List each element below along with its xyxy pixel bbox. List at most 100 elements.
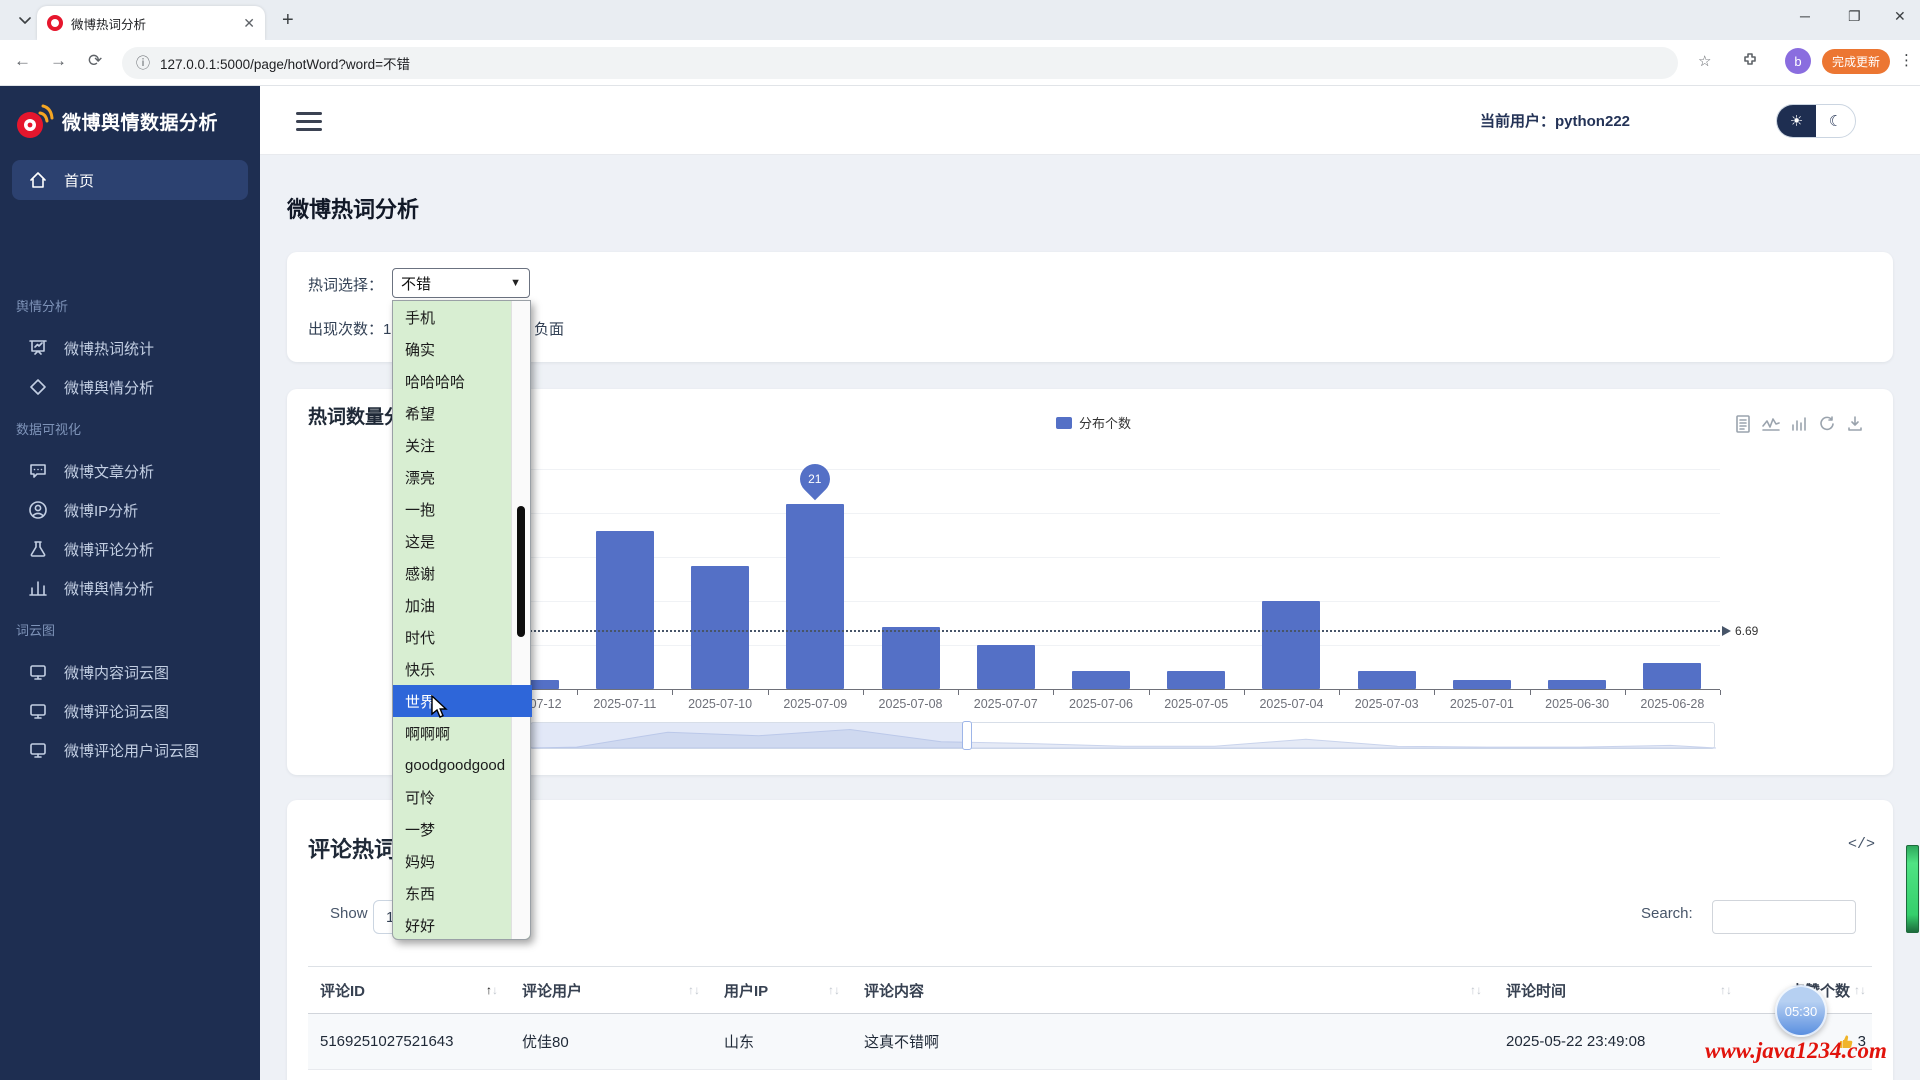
bar-2025-07-11[interactable]	[596, 531, 654, 689]
th-user-ip[interactable]: 用户IP↑↓	[712, 980, 852, 1001]
axis-tick	[1339, 690, 1340, 695]
sidebar-item[interactable]: 微博评论分析	[12, 529, 248, 569]
bar-2025-06-30[interactable]	[1548, 680, 1606, 689]
dark-mode-moon-icon[interactable]: ☾	[1816, 105, 1855, 137]
sidebar-item[interactable]: 微博舆情分析	[12, 568, 248, 608]
recording-timer-badge[interactable]: 05:30	[1775, 985, 1827, 1037]
sidebar-item-home[interactable]: 首页	[12, 160, 248, 200]
window-maximize-button[interactable]: ❐	[1848, 8, 1861, 25]
chart-toolbox	[1733, 414, 1865, 434]
dropdown-option[interactable]: 关注	[393, 429, 513, 461]
sidebar-item[interactable]: 微博文章分析	[12, 451, 248, 491]
table-row[interactable]: 5169251027521643 优佳80 山东 这真不错啊 2025-05-2…	[308, 1014, 1872, 1070]
page-scrollbar-thumb[interactable]	[1906, 845, 1919, 933]
window-minimize-button[interactable]: ─	[1800, 8, 1810, 24]
sort-icons[interactable]: ↑↓	[828, 983, 852, 997]
data-view-icon[interactable]	[1733, 414, 1753, 434]
reload-button[interactable]: ⟳	[88, 51, 102, 71]
dropdown-option[interactable]: 希望	[393, 397, 513, 429]
refresh-icon[interactable]	[1817, 414, 1837, 434]
dropdown-option[interactable]: goodgoodgood	[393, 749, 513, 781]
monitor-icon	[28, 740, 48, 760]
dropdown-option[interactable]: 哈哈哈哈	[393, 365, 513, 397]
hamburger-menu-icon[interactable]	[296, 112, 322, 136]
dropdown-option[interactable]: 妈妈	[393, 845, 513, 877]
axis-tick	[1720, 690, 1721, 695]
dropdown-option[interactable]: 加油	[393, 589, 513, 621]
forward-button[interactable]: →	[50, 51, 67, 71]
dropdown-option[interactable]: 手机	[393, 301, 513, 333]
sidebar-item[interactable]: 微博评论词云图	[12, 691, 248, 731]
sort-icons[interactable]: ↑↓	[1470, 983, 1494, 997]
line-chart-icon[interactable]	[1761, 414, 1781, 434]
dropdown-option[interactable]: 快乐	[393, 653, 513, 685]
sort-icons[interactable]: ↑↓	[688, 983, 712, 997]
tab-close-icon[interactable]: ✕	[243, 15, 255, 32]
dropdown-option[interactable]: 感谢	[393, 557, 513, 589]
tag-icon	[28, 377, 48, 397]
popup-scrollbar-track[interactable]	[511, 301, 530, 939]
bar-2025-07-07[interactable]	[977, 645, 1035, 689]
browser-menu-icon[interactable]: ⋮	[1899, 51, 1914, 69]
dropdown-option[interactable]: 可怜	[393, 781, 513, 813]
chart-x-axis-labels: 2025-07-122025-07-112025-07-102025-07-09…	[482, 697, 1720, 715]
popup-scrollbar-thumb[interactable]	[517, 506, 525, 637]
bar-chart-icon[interactable]	[1789, 414, 1809, 434]
bar-2025-07-01[interactable]	[1453, 680, 1511, 689]
site-info-icon[interactable]: ⓘ	[136, 53, 150, 73]
datazoom-handle[interactable]	[962, 721, 972, 750]
th-comment-time[interactable]: 评论时间↑↓	[1494, 980, 1744, 1001]
datazoom-selected-range[interactable]	[531, 723, 968, 748]
window-close-button[interactable]: ✕	[1894, 8, 1906, 25]
dropdown-option[interactable]: 啊啊啊	[393, 717, 513, 749]
datazoom-slider[interactable]	[530, 722, 1715, 749]
sidebar-item[interactable]: 微博内容词云图	[12, 652, 248, 692]
sidebar-item[interactable]: 微博舆情分析	[12, 367, 248, 407]
top-header: 当前用户：python222 ☀ ☾	[260, 86, 1920, 155]
theme-toggle[interactable]: ☀ ☾	[1776, 104, 1856, 138]
sort-icons[interactable]: ↑↓	[486, 983, 510, 997]
th-comment-content[interactable]: 评论内容↑↓	[852, 980, 1494, 1001]
bar-2025-06-28[interactable]	[1643, 663, 1701, 689]
gridline	[482, 645, 1720, 646]
sidebar-item[interactable]: 微博评论用户词云图	[12, 730, 248, 770]
download-icon[interactable]	[1845, 414, 1865, 434]
search-input[interactable]	[1712, 900, 1856, 934]
profile-avatar[interactable]: b	[1785, 48, 1811, 74]
url-bar[interactable]: ⓘ 127.0.0.1:5000/page/hotWord?word=不错	[122, 47, 1678, 79]
extensions-icon[interactable]	[1742, 52, 1758, 72]
dropdown-option[interactable]: 东西	[393, 877, 513, 909]
bar-2025-07-05[interactable]	[1167, 671, 1225, 689]
dropdown-option[interactable]: 一抱	[393, 493, 513, 525]
sidebar-item[interactable]: 微博热词统计	[12, 328, 248, 368]
dropdown-option[interactable]: 世界	[393, 685, 532, 717]
dropdown-option[interactable]: 漂亮	[393, 461, 513, 493]
chart-legend[interactable]: 分布个数	[1056, 413, 1131, 432]
bar-2025-07-08[interactable]	[882, 627, 940, 689]
dropdown-option[interactable]: 一梦	[393, 813, 513, 845]
dropdown-option[interactable]: 确实	[393, 333, 513, 365]
code-icon[interactable]: </>	[1848, 836, 1875, 853]
hotword-select[interactable]: 不错 ▼	[392, 268, 530, 298]
bar-2025-07-09[interactable]	[786, 504, 844, 689]
dropdown-option[interactable]: 时代	[393, 621, 513, 653]
light-mode-sun-icon[interactable]: ☀	[1777, 105, 1816, 137]
sort-icons[interactable]: ↑↓	[1720, 983, 1744, 997]
dropdown-option[interactable]: 这是	[393, 525, 513, 557]
browser-tab[interactable]: 微博热词分析 ✕	[37, 6, 265, 40]
bar-2025-07-03[interactable]	[1358, 671, 1416, 689]
chrome-update-button[interactable]: 完成更新	[1822, 49, 1890, 74]
bookmark-star-icon[interactable]: ☆	[1698, 52, 1711, 70]
sort-icons[interactable]: ↑↓	[1854, 983, 1866, 997]
new-tab-button[interactable]: +	[282, 10, 294, 30]
dropdown-option[interactable]: 好好	[393, 909, 513, 941]
bar-2025-07-06[interactable]	[1072, 671, 1130, 689]
th-comment-id[interactable]: 评论ID↑↓	[308, 980, 510, 1001]
tab-search-button[interactable]	[10, 8, 40, 34]
sidebar-item[interactable]: 微博IP分析	[12, 490, 248, 530]
max-point-marker: 21	[794, 458, 836, 500]
th-comment-user[interactable]: 评论用户↑↓	[510, 980, 712, 1001]
bar-2025-07-04[interactable]	[1262, 601, 1320, 689]
back-button[interactable]: ←	[14, 51, 31, 71]
bar-2025-07-10[interactable]	[691, 566, 749, 689]
